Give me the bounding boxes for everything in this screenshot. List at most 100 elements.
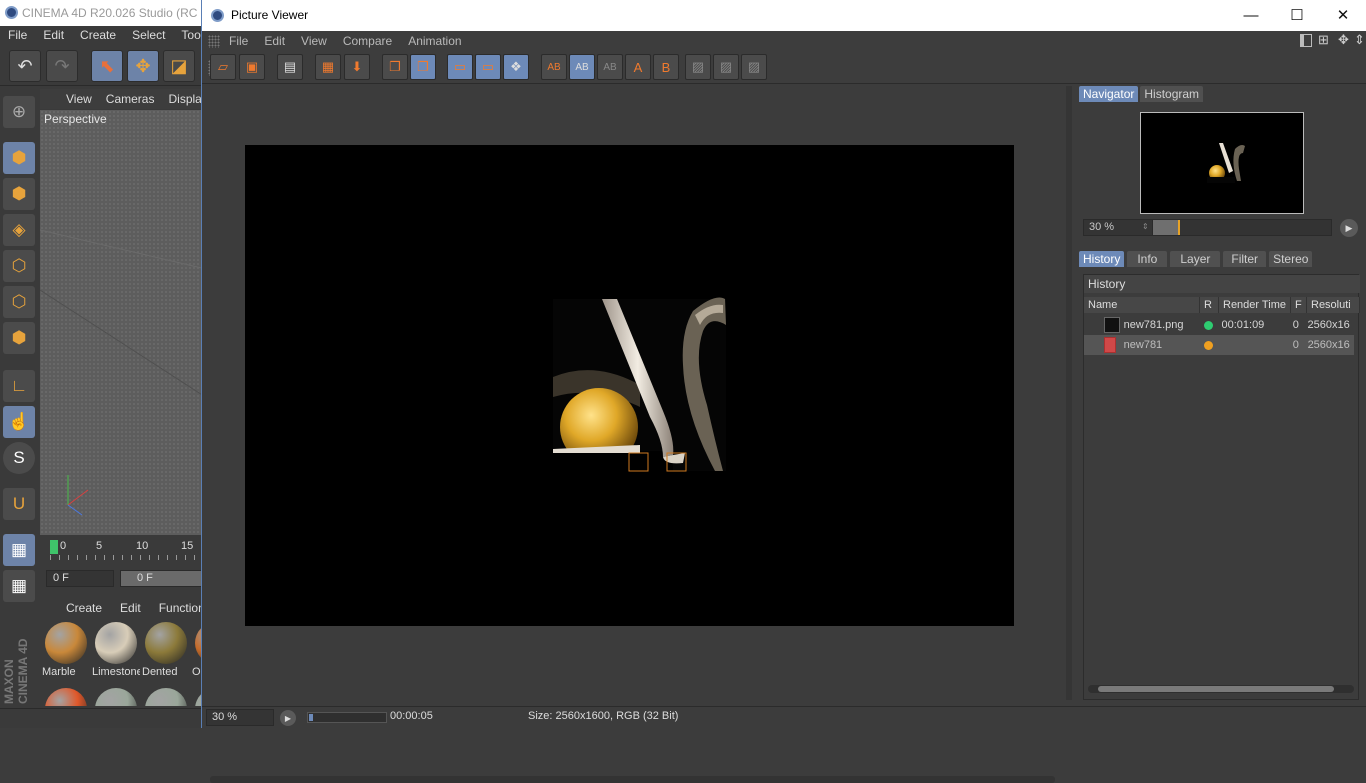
history-row-resolution: 2560x16 [1307,339,1350,351]
column-resolution[interactable]: Resoluti [1307,297,1360,313]
redo-icon[interactable]: ↷ [46,50,78,82]
tab-navigator[interactable]: Navigator [1079,86,1139,102]
menu-file[interactable]: File [229,31,248,52]
column-render-time[interactable]: Render Time [1219,297,1291,313]
paste-icon[interactable]: ❐ [410,54,436,80]
undo-icon[interactable]: ↶ [9,50,41,82]
workplane-icon[interactable]: ⊕ [3,96,35,128]
collapse-icon[interactable]: ⇕ [1354,33,1366,47]
ab-compare-icon[interactable]: AB [541,54,567,80]
lock-workplane-icon[interactable]: ▦ [3,534,35,566]
viewport-menu-view[interactable]: View [66,89,92,109]
history-row[interactable]: new781.png 00:01:09 0 2560x16 [1084,315,1354,335]
c4d-menu-edit[interactable]: Edit [43,26,64,46]
status-play-icon[interactable]: ▶ [280,710,296,726]
menu-compare[interactable]: Compare [343,31,392,52]
c4d-menu-file[interactable]: File [8,26,27,46]
region-icon[interactable]: ▭ [447,54,473,80]
picture-viewer-window: Picture Viewer — ☐ ✕ File Edit View Comp… [201,0,1366,783]
layer-2-icon[interactable]: ▨ [713,54,739,80]
axis-mode-icon[interactable]: ∟ [3,370,35,402]
frame-range-field[interactable]: 0 F [120,570,210,587]
material-swatch[interactable]: Dented [142,620,190,686]
ab-split-icon[interactable]: AB [569,54,595,80]
perspective-viewport[interactable] [40,110,210,535]
timeline[interactable]: 0 5 10 15 [40,536,210,562]
material-menu-create[interactable]: Create [66,598,102,618]
material-menu-function[interactable]: Function [159,598,205,618]
maximize-button[interactable]: ☐ [1274,0,1320,31]
material-menu-edit[interactable]: Edit [120,598,141,618]
menu-view[interactable]: View [301,31,327,52]
image-canvas[interactable] [202,86,1062,783]
viewport-menu-cameras[interactable]: Cameras [106,89,155,109]
points-mode-icon[interactable]: ⬡ [3,250,35,282]
timeline-tick: 5 [96,540,103,552]
history-horizontal-scrollbar[interactable] [1088,685,1354,693]
tab-history[interactable]: History [1079,251,1125,267]
open-file-icon[interactable]: ▱ [210,54,236,80]
column-f[interactable]: F [1291,297,1307,313]
material-swatch[interactable]: Limestone [92,620,140,686]
new-window-icon[interactable]: ⊞ [1318,33,1332,47]
layer-1-icon[interactable]: ▨ [685,54,711,80]
set-a-icon[interactable]: A [625,54,651,80]
navigator-zoom-slider[interactable] [1152,219,1332,236]
picture-viewer-status-bar: 30 % ▶ 00:00:05 Size: 2560x1600, RGB (32… [202,706,1366,728]
move-window-icon[interactable]: ✥ [1338,33,1352,47]
move-tool-icon[interactable]: ✥ [127,50,159,82]
model-mode-icon[interactable]: ⬢ [3,142,35,174]
layer-3-icon[interactable]: ▨ [741,54,767,80]
c4d-menu-select[interactable]: Select [132,26,165,46]
panel-splitter[interactable] [1066,86,1072,700]
tab-filter[interactable]: Filter [1223,251,1267,267]
snap-icon[interactable]: S [3,442,35,474]
grid-icon[interactable]: ▦ [315,54,341,80]
polygons-mode-icon[interactable]: ⬢ [3,322,35,354]
canvas-horizontal-scrollbar[interactable] [210,776,1055,783]
tab-info[interactable]: Info [1127,251,1168,267]
region-render-icon[interactable]: ▭ [475,54,501,80]
history-row-render-time: 00:01:09 [1221,319,1265,331]
material-swatch[interactable] [142,686,190,706]
render-settings-icon[interactable]: ▤ [277,54,303,80]
material-swatch[interactable] [42,686,90,706]
timeline-playhead[interactable] [50,540,58,554]
history-row[interactable]: new781 0 2560x16 [1084,335,1354,355]
menu-edit[interactable]: Edit [264,31,285,52]
workplane-mode-icon[interactable]: ◈ [3,214,35,246]
tab-layer[interactable]: Layer [1170,251,1221,267]
ab-overlay-icon[interactable]: AB [597,54,623,80]
interactive-region-icon[interactable]: ❖ [503,54,529,80]
material-swatch[interactable]: Marble [42,620,90,686]
texture-mode-icon[interactable]: ⬢ [3,178,35,210]
minimize-button[interactable]: — [1228,0,1274,31]
status-zoom-field[interactable]: 30 % [206,709,274,726]
close-button[interactable]: ✕ [1320,0,1366,31]
navigator-thumbnail[interactable] [1140,112,1304,214]
column-r[interactable]: R [1200,297,1219,313]
zoom-spinner-icon[interactable]: ⇕ [1142,222,1149,231]
material-swatch[interactable] [92,686,140,706]
menu-animation[interactable]: Animation [408,31,461,52]
column-name[interactable]: Name [1084,297,1200,313]
export-icon[interactable]: ⬇ [344,54,370,80]
tab-stereo[interactable]: Stereo [1269,251,1313,267]
panel-layout-icon[interactable] [1300,34,1312,47]
edges-mode-icon[interactable]: ⬡ [3,286,35,318]
planar-workplane-icon[interactable]: ▦ [3,570,35,602]
tweak-mode-icon[interactable]: ☝ [3,406,35,438]
material-preview-ball [95,688,137,706]
set-b-icon[interactable]: B [653,54,679,80]
magnet-icon[interactable]: U [3,488,35,520]
c4d-menu-create[interactable]: Create [80,26,116,46]
scrollbar-thumb[interactable] [1098,686,1334,692]
scale-tool-icon[interactable]: ◪ [163,50,195,82]
current-frame-field[interactable]: 0 F [46,570,114,587]
select-tool-icon[interactable]: ⬉ [91,50,123,82]
copy-icon[interactable]: ❐ [382,54,408,80]
navigator-play-icon[interactable]: ▶ [1340,219,1358,237]
tab-histogram[interactable]: Histogram [1140,86,1204,102]
save-file-icon[interactable]: ▣ [239,54,265,80]
navigator-preview-image [1207,143,1245,183]
